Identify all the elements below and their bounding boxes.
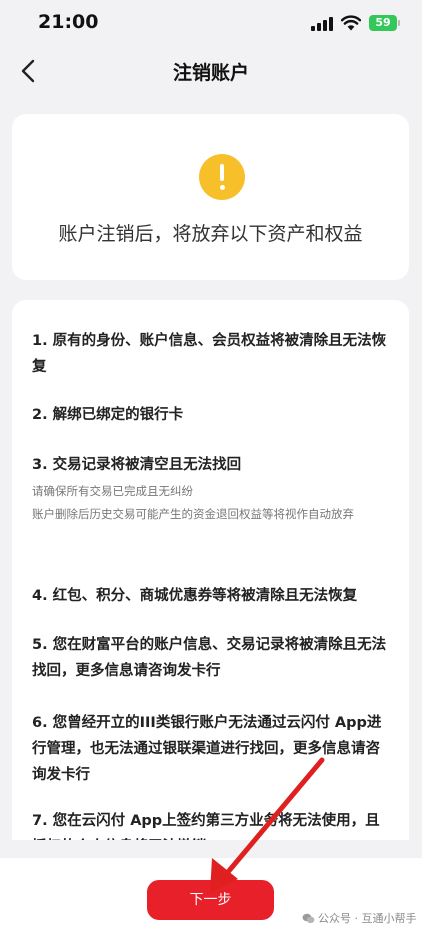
- list-item-title: 1. 原有的身份、账户信息、会员权益将被清除且无法恢复: [32, 333, 387, 375]
- list-item-title: 4. 红包、积分、商城优惠券等将被清除且无法恢复: [32, 588, 358, 604]
- nav-bar: 注销账户: [0, 46, 422, 96]
- next-step-button[interactable]: 下一步: [147, 880, 274, 920]
- list-item: 3. 交易记录将被清空且无法找回 请确保所有交易已完成且无纠纷 账户删除后历史交…: [32, 452, 392, 524]
- list-item-title: 6. 您曾经开立的III类银行账户无法通过云闪付 App进行管理，也无法通过银联…: [32, 715, 382, 783]
- wechat-icon: [302, 913, 315, 923]
- exclamation-icon: [199, 154, 245, 200]
- list-item: 2. 解绑已绑定的银行卡: [32, 402, 392, 428]
- battery-icon: 59: [369, 15, 400, 31]
- signal-icon: [311, 17, 333, 31]
- status-time: 21:00: [38, 11, 99, 33]
- bottom-bar: 下一步 公众号 · 互通小帮手: [0, 858, 422, 937]
- list-item: 6. 您曾经开立的III类银行账户无法通过云闪付 App进行管理，也无法通过银联…: [32, 710, 392, 788]
- page-title: 注销账户: [172, 62, 249, 84]
- list-item: 4. 红包、积分、商城优惠券等将被清除且无法恢复: [32, 583, 392, 609]
- wifi-icon: [341, 15, 361, 31]
- warning-text: 账户注销后，将放弃以下资产和权益: [58, 223, 363, 245]
- status-bar: 21:00 59: [0, 0, 422, 46]
- watermark-text: 公众号 · 互通小帮手: [318, 912, 417, 925]
- warning-card: 账户注销后，将放弃以下资产和权益: [12, 114, 409, 280]
- list-item-note: 请确保所有交易已完成且无纠纷: [32, 484, 193, 498]
- list-item-title: 3. 交易记录将被清空且无法找回: [32, 457, 242, 473]
- list-item-title: 5. 您在财富平台的账户信息、交易记录将被清除且无法找回，更多信息请咨询发卡行: [32, 637, 387, 679]
- list-item-title: 7. 您在云闪付 App上签约第三方业务将无法使用，且授权的个人信息将无法撤销: [32, 813, 380, 840]
- list-item: 1. 原有的身份、账户信息、会员权益将被清除且无法恢复: [32, 328, 392, 380]
- list-item: 7. 您在云闪付 App上签约第三方业务将无法使用，且授权的个人信息将无法撤销: [32, 808, 392, 840]
- watermark: 公众号 · 互通小帮手: [302, 910, 417, 926]
- list-item-note: 账户删除后历史交易可能产生的资金退回权益等将视作自动放弃: [32, 507, 354, 521]
- list-item-title: 2. 解绑已绑定的银行卡: [32, 407, 184, 423]
- consequence-list: 1. 原有的身份、账户信息、会员权益将被清除且无法恢复 2. 解绑已绑定的银行卡…: [12, 300, 409, 840]
- list-item: 5. 您在财富平台的账户信息、交易记录将被清除且无法找回，更多信息请咨询发卡行: [32, 632, 392, 684]
